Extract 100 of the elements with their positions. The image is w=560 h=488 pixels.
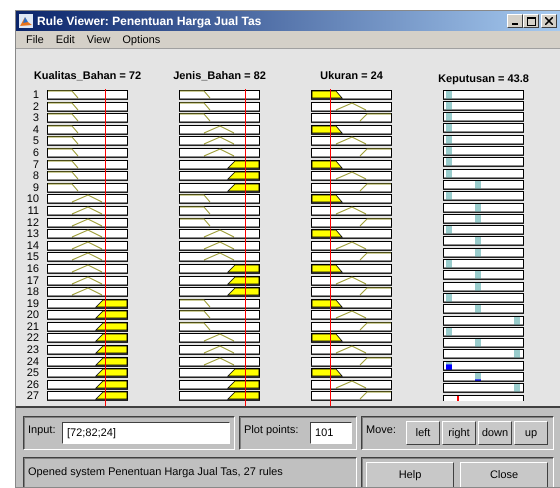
membership-function-drawing[interactable] [47,380,128,390]
menu-item[interactable]: View [80,34,116,46]
membership-function-drawing[interactable] [311,182,392,193]
membership-function-drawing[interactable] [47,124,128,135]
dialog-button[interactable]: Help [366,462,454,487]
input-value-line[interactable] [105,89,106,406]
membership-function-drawing[interactable] [311,229,392,240]
membership-function-drawing[interactable] [311,345,392,356]
membership-function-drawing[interactable] [179,345,260,356]
membership-function-drawing[interactable] [179,333,260,344]
membership-function-drawing[interactable] [47,264,128,274]
membership-function-drawing[interactable] [47,90,128,100]
membership-function-drawing[interactable] [47,148,128,158]
plot-points-field[interactable]: 101 [310,422,352,444]
membership-function-drawing[interactable] [47,160,128,170]
membership-function-drawing[interactable] [311,113,392,124]
input-value-line[interactable] [330,89,332,406]
membership-function-drawing[interactable] [47,298,128,309]
membership-function-drawing[interactable] [47,206,128,216]
membership-function-drawing[interactable] [179,90,260,100]
membership-function-drawing[interactable] [311,148,392,158]
membership-function-drawing[interactable] [311,322,392,332]
membership-function-drawing[interactable] [179,391,260,402]
membership-function-drawing[interactable] [311,194,392,204]
membership-function-drawing[interactable] [47,345,128,356]
membership-function-drawing[interactable] [179,276,260,286]
dialog-button[interactable]: Close [460,462,548,487]
membership-function-drawing[interactable] [179,252,260,262]
membership-function-drawing[interactable] [179,136,260,146]
membership-function-drawing[interactable] [179,264,260,274]
membership-function-drawing[interactable] [179,298,260,309]
membership-function-drawing[interactable] [311,124,392,135]
membership-function-drawing[interactable] [179,160,260,170]
membership-function-drawing[interactable] [47,252,128,262]
membership-function-drawing[interactable] [179,124,260,135]
menu-item[interactable]: Options [116,34,166,46]
membership-function-drawing[interactable] [179,380,260,390]
membership-function-drawing[interactable] [179,310,260,320]
membership-function-drawing[interactable] [47,240,128,251]
membership-function-drawing[interactable] [179,229,260,240]
membership-function-drawing[interactable] [311,136,392,146]
membership-function-drawing[interactable] [311,240,392,251]
membership-function-drawing[interactable] [179,171,260,182]
membership-function-drawing[interactable] [47,218,128,228]
input-value-line[interactable] [245,89,246,406]
membership-function-drawing[interactable] [179,182,260,193]
membership-function-drawing[interactable] [311,380,392,390]
membership-function-drawing[interactable] [311,102,392,112]
membership-function-drawing[interactable] [311,160,392,170]
move-button[interactable]: up [514,421,548,445]
membership-function-drawing[interactable] [179,194,260,204]
membership-function-drawing[interactable] [311,356,392,367]
membership-function-drawing[interactable] [179,356,260,367]
menu-item[interactable]: File [20,34,50,46]
move-button[interactable]: down [478,421,512,445]
membership-function-drawing[interactable] [47,368,128,378]
membership-function-drawing[interactable] [47,102,128,112]
membership-function-drawing[interactable] [311,287,392,298]
menu-item[interactable]: Edit [50,34,81,46]
membership-function-drawing[interactable] [311,391,392,402]
membership-function-drawing[interactable] [179,287,260,298]
move-button[interactable]: left [406,421,440,445]
input-field[interactable]: [72;82;24] [62,422,230,444]
membership-function-drawing[interactable] [47,113,128,124]
membership-function-drawing[interactable] [311,368,392,378]
membership-function-drawing[interactable] [47,229,128,240]
membership-function-drawing[interactable] [179,148,260,158]
membership-function-drawing[interactable] [179,113,260,124]
membership-function-drawing[interactable] [311,298,392,309]
maximize-button[interactable] [523,14,539,28]
membership-function-drawing[interactable] [47,322,128,332]
membership-function-drawing[interactable] [47,333,128,344]
membership-function-drawing[interactable] [47,136,128,146]
membership-function-drawing[interactable] [47,391,128,402]
membership-function-drawing[interactable] [47,171,128,182]
membership-function-drawing[interactable] [179,102,260,112]
membership-function-drawing[interactable] [311,276,392,286]
membership-function-drawing[interactable] [47,182,128,193]
close-icon [545,17,553,25]
membership-function-drawing[interactable] [311,171,392,182]
membership-function-drawing[interactable] [47,194,128,204]
membership-function-drawing[interactable] [311,333,392,344]
membership-function-drawing[interactable] [311,90,392,100]
membership-function-drawing[interactable] [311,218,392,228]
membership-function-drawing[interactable] [179,368,260,378]
minimize-button[interactable] [507,14,523,28]
membership-function-drawing[interactable] [47,276,128,286]
membership-function-drawing[interactable] [179,218,260,228]
membership-function-drawing[interactable] [311,252,392,262]
move-button[interactable]: right [442,421,476,445]
membership-function-drawing[interactable] [311,206,392,216]
membership-function-drawing[interactable] [179,322,260,332]
membership-function-drawing[interactable] [47,356,128,367]
membership-function-drawing[interactable] [311,264,392,274]
close-button[interactable] [541,14,557,28]
membership-function-drawing[interactable] [47,287,128,298]
membership-function-drawing[interactable] [47,310,128,320]
membership-function-drawing[interactable] [179,206,260,216]
membership-function-drawing[interactable] [179,240,260,251]
membership-function-drawing[interactable] [311,310,392,320]
